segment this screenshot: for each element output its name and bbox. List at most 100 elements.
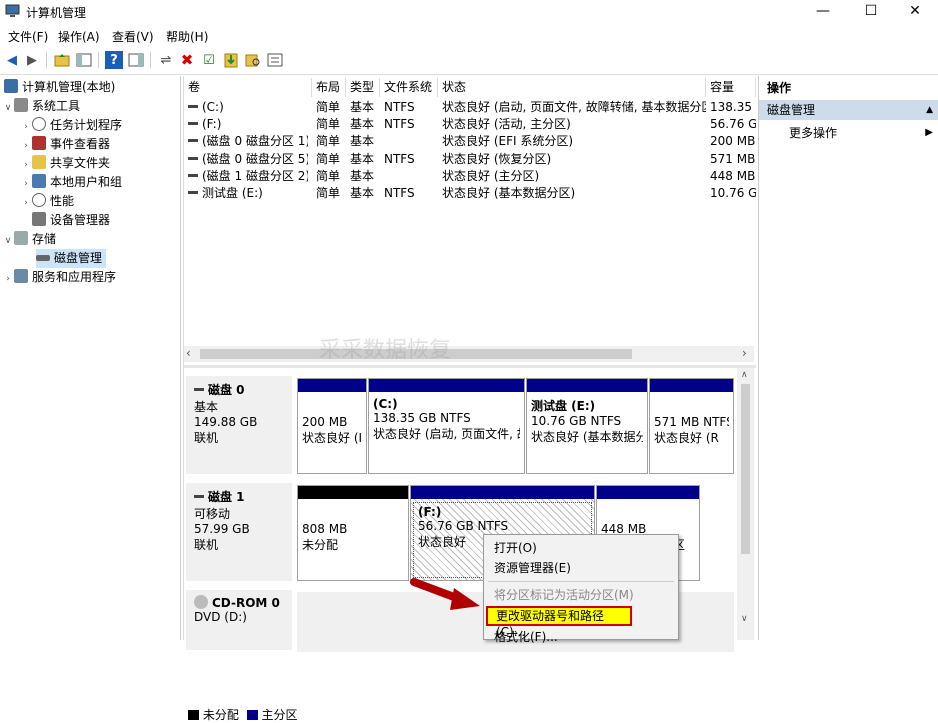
tree-item-system-tools[interactable]: ∨ 系统工具 [2,97,80,116]
connect-icon[interactable]: ⇌ [157,51,175,69]
check-icon[interactable]: ☑ [200,51,218,69]
disk1-label[interactable]: 磁盘 1 可移动 57.99 GB 联机 [186,483,292,581]
table-cell: 138.35 [710,99,756,116]
table-row[interactable]: (磁盘 1 磁盘分区 2) 简单 基本 状态良好 (主分区) 448 MB [184,168,756,185]
partition-size: 138.35 GB NTFS [373,411,471,425]
services-icon [14,269,28,283]
tree-item-shared-folders[interactable]: › 共享文件夹 [20,154,110,173]
more-actions[interactable]: 更多操作 ▶ [759,123,938,143]
device-manager-icon [32,212,46,226]
close-button[interactable]: ✕ [892,0,938,24]
collapse-icon[interactable]: ▲ [926,100,933,120]
tree-label: 本地用户和组 [50,175,123,189]
tree-item-performance[interactable]: › 性能 [20,192,74,211]
tree-item-event-viewer[interactable]: › 事件查看器 [20,135,110,154]
column-header-type[interactable]: 类型 [346,78,380,97]
menu-bar: 文件(F) 操作(A) 查看(V) 帮助(H) [0,26,938,46]
pointer-arrow-icon [410,578,480,610]
up-folder-icon[interactable] [53,51,71,69]
help-icon[interactable]: ? [105,51,123,69]
tree-item-root[interactable]: 计算机管理(本地) [4,78,115,97]
chevron-down-icon[interactable]: ∨ [2,232,14,251]
menu-change-drive-letter[interactable]: 更改驱动器号和路径(C)... [486,606,632,639]
show-hide-tree-icon[interactable] [75,51,93,69]
partition-status: 状态良好 (R [654,431,719,445]
column-header-capacity[interactable]: 容量 [706,78,756,97]
partition-unallocated[interactable]: 808 MB 未分配 [297,485,409,581]
column-header-status[interactable]: 状态 [438,78,706,97]
scroll-right-icon[interactable]: › [742,346,747,360]
chevron-right-icon[interactable]: › [20,194,32,213]
legend-unallocated: 未分配 [202,708,239,722]
forward-icon[interactable]: ▶ [23,51,41,69]
search-folder-icon[interactable] [244,51,262,69]
horizontal-scrollbar[interactable]: ‹ › [184,346,754,362]
table-row[interactable]: 测试盘 (E:) 简单 基本 NTFS 状态良好 (基本数据分区) 10.76 G [184,185,756,202]
tree-item-local-users[interactable]: › 本地用户和组 [20,173,122,192]
cell-text: 571 MB [710,151,756,166]
tree-label: 存储 [32,232,57,246]
menu-file[interactable]: 文件(F) [8,28,48,45]
performance-icon [32,193,46,207]
vertical-scrollbar[interactable]: ∧ ∨ [737,368,754,640]
tree-item-storage[interactable]: ∨ 存储 [2,230,56,249]
scrollbar-thumb[interactable] [741,384,750,554]
table-row[interactable]: (C:) 简单 基本 NTFS 状态良好 (启动, 页面文件, 故障转储, 基本数据分区… [184,99,756,116]
partition-disk0-efi[interactable]: 200 MB 状态良好 (I [297,378,367,474]
section-label: 磁盘管理 [767,103,816,117]
partition-status: 状态良好 (启动, 页面文件, 故 [373,427,520,441]
cell-text: 状态良好 (基本数据分区) [442,186,576,200]
toolbar: ◀ ▶ ? ⇌ ✖ ☑ [0,48,938,72]
partition-disk0-recovery[interactable]: 571 MB NTFS 状态良好 (R [649,378,734,474]
partition-c[interactable]: (C:) 138.35 GB NTFS 状态良好 (启动, 页面文件, 故 [368,378,525,474]
table-cell: 状态良好 (EFI 系统分区) [442,133,706,150]
tree-label: 服务和应用程序 [32,270,117,284]
menu-open[interactable]: 打开(O) [494,538,537,558]
partition-bar [650,379,733,392]
actions-section-disk-management[interactable]: 磁盘管理 ▲ [759,100,938,120]
more-actions-label: 更多操作 [789,126,838,140]
minimize-button[interactable]: — [800,0,846,24]
table-row[interactable]: (F:) 简单 基本 NTFS 状态良好 (活动, 主分区) 56.76 G [184,116,756,133]
scroll-up-icon[interactable]: ∧ [741,370,748,380]
chevron-right-icon[interactable]: › [2,270,14,289]
back-icon[interactable]: ◀ [3,51,21,69]
delete-icon[interactable]: ✖ [178,51,196,69]
table-cell: NTFS [384,151,438,168]
partition-size: 10.76 GB NTFS [531,414,622,428]
partition-bar [369,379,524,392]
disk0-label[interactable]: 磁盘 0 基本 149.88 GB 联机 [186,376,292,474]
scroll-left-icon[interactable]: ‹ [186,346,191,360]
import-icon[interactable] [222,51,240,69]
column-header-volume[interactable]: 卷 [184,78,312,97]
tree-item-task-scheduler[interactable]: › 任务计划程序 [20,116,122,135]
partition-bar [527,379,647,392]
tree-item-services-apps[interactable]: › 服务和应用程序 [2,268,116,287]
cdrom-label[interactable]: CD-ROM 0 DVD (D:) [186,590,292,650]
table-cell: 基本 [350,185,380,202]
partition-e[interactable]: 测试盘 (E:) 10.76 GB NTFS 状态良好 (基本数据分 [526,378,648,474]
column-header-filesystem[interactable]: 文件系统 [380,78,438,97]
partition-bar [298,486,408,499]
tree-item-disk-management[interactable]: 磁盘管理 [36,249,107,268]
properties-icon[interactable] [266,51,284,69]
cell-text: 56.76 G [710,117,756,132]
chevron-down-icon[interactable]: ∨ [2,99,14,118]
cell-text: 状态良好 (EFI 系统分区) [442,134,574,149]
column-header-layout[interactable]: 布局 [312,78,346,97]
menu-view[interactable]: 查看(V) [112,28,154,45]
console-icon[interactable] [127,51,145,69]
table-row[interactable]: (磁盘 0 磁盘分区 5) 简单 基本 NTFS 状态良好 (恢复分区) 571 MB [184,151,756,168]
maximize-button[interactable]: ☐ [848,0,894,24]
table-cell: 基本 [350,133,380,150]
menu-help[interactable]: 帮助(H) [166,28,208,45]
scroll-down-icon[interactable]: ∨ [741,614,748,624]
menu-action[interactable]: 操作(A) [58,28,100,45]
cell-text: 简单 [316,151,341,166]
partition-name: (C:) [373,397,398,411]
table-row[interactable]: (磁盘 0 磁盘分区 1) 简单 基本 状态良好 (EFI 系统分区) 200 MB [184,133,756,150]
disk-status: 联机 [194,538,219,552]
menu-explorer[interactable]: 资源管理器(E) [494,558,571,578]
tree-item-device-manager[interactable]: 设备管理器 [32,211,110,230]
menu-format[interactable]: 格式化(F)... [494,627,558,647]
